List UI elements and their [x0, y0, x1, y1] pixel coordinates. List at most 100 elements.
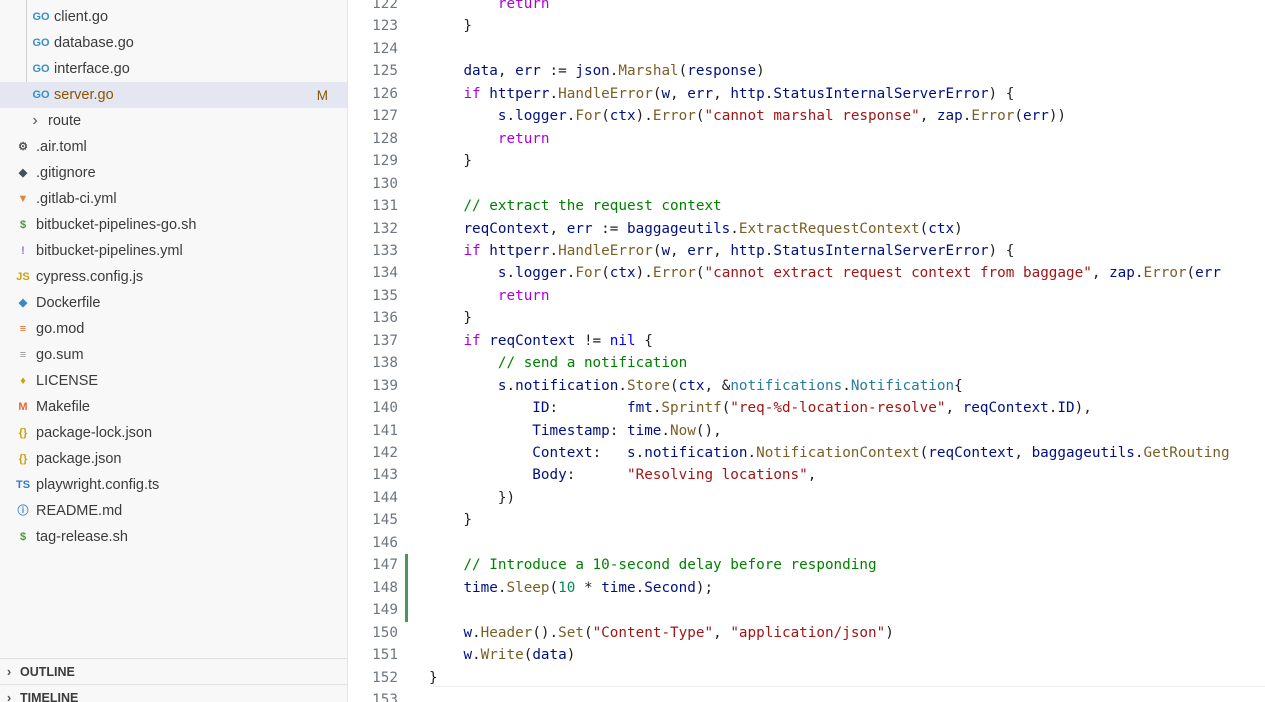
dollar-shell-icon: $	[19, 531, 27, 543]
code-line[interactable]: 153	[348, 689, 1265, 702]
code-line[interactable]: 144 })	[348, 487, 1265, 510]
code-line[interactable]: 129 }	[348, 150, 1265, 173]
line-number: 126	[372, 85, 398, 102]
timeline-section-header[interactable]: › TIMELINE	[0, 684, 347, 702]
file-item[interactable]: ♦ LICENSE	[0, 368, 347, 394]
code-line[interactable]: 141 Timestamp: time.Now(),	[348, 420, 1265, 443]
code-line[interactable]: 124	[348, 38, 1265, 61]
code-line[interactable]: 143 Body: "Resolving locations",	[348, 464, 1265, 487]
code-text: reqContext, err := baggageutils.ExtractR…	[463, 220, 963, 237]
file-name: interface.go	[54, 61, 130, 77]
line-number: 123	[372, 18, 398, 35]
file-item[interactable]: GO database.go	[0, 30, 347, 56]
code-line[interactable]: 147 // Introduce a 10-second delay befor…	[348, 554, 1265, 577]
code-line[interactable]: 151 w.Write(data)	[348, 644, 1265, 667]
code-text: if httperr.HandleError(w, err, http.Stat…	[463, 242, 1015, 259]
outline-section-header[interactable]: › OUTLINE	[0, 658, 347, 684]
file-item[interactable]: ◆ Dockerfile	[0, 290, 347, 316]
code-line[interactable]: 133 if httperr.HandleError(w, err, http.…	[348, 240, 1265, 263]
gear-icon: ⚙	[18, 141, 28, 153]
added-line-marker	[405, 599, 408, 622]
go-file-icon: GO	[32, 89, 50, 101]
code-text: // Introduce a 10-second delay before re…	[463, 557, 877, 574]
line-number: 124	[372, 40, 398, 57]
line-number: 151	[372, 647, 398, 664]
code-text: }	[429, 18, 473, 35]
code-line[interactable]: 127 s.logger.For(ctx).Error("cannot mars…	[348, 105, 1265, 128]
folder-chevron-right-icon: ›	[32, 112, 38, 129]
code-line[interactable]: 138 // send a notification	[348, 352, 1265, 375]
code-text: return	[497, 130, 550, 147]
code-line[interactable]: 122 return	[348, 0, 1265, 16]
code-line[interactable]: 134 s.logger.For(ctx).Error("cannot extr…	[348, 262, 1265, 285]
git-modified-badge: M	[316, 87, 328, 103]
file-item[interactable]: {} package-lock.json	[0, 420, 347, 446]
code-line[interactable]: 146	[348, 532, 1265, 555]
file-item[interactable]: ◆ .gitignore	[0, 160, 347, 186]
file-name: .gitlab-ci.yml	[36, 191, 117, 207]
ts-file-icon: TS	[15, 479, 31, 491]
gitlab-fox-icon: ▼	[17, 193, 29, 205]
code-text: w.Header().Set("Content-Type", "applicat…	[463, 624, 894, 641]
code-line[interactable]: 130	[348, 173, 1265, 196]
file-name: tag-release.sh	[36, 529, 128, 545]
file-name: README.md	[36, 503, 123, 519]
file-item[interactable]: ≡ go.mod	[0, 316, 347, 342]
code-text: Context: s.notification.NotificationCont…	[532, 445, 1230, 461]
line-number: 125	[372, 63, 398, 80]
go-file-icon: GO	[32, 37, 50, 49]
code-line[interactable]: 149	[348, 599, 1265, 622]
code-text: }	[429, 512, 473, 529]
line-number: 140	[372, 400, 398, 417]
file-item[interactable]: M Makefile	[0, 394, 347, 420]
code-editor[interactable]: 122 return 123 } 124 125 data, err := json.…	[348, 0, 1265, 702]
file-item[interactable]: GO client.go	[0, 4, 347, 30]
file-item[interactable]: GO server.go M	[0, 82, 347, 108]
file-name: .gitignore	[36, 165, 96, 181]
line-number: 139	[372, 377, 398, 394]
line-number: 146	[372, 534, 398, 551]
code-line[interactable]: 125 data, err := json.Marshal(response)	[348, 60, 1265, 83]
line-number: 122	[372, 0, 398, 12]
file-item[interactable]: ≡ go.sum	[0, 342, 347, 368]
code-line[interactable]: 150 w.Header().Set("Content-Type", "appl…	[348, 622, 1265, 645]
code-line[interactable]: 137 if reqContext != nil {	[348, 330, 1265, 353]
file-item[interactable]: JS cypress.config.js	[0, 264, 347, 290]
code-text: // extract the request context	[463, 198, 722, 215]
info-circle-icon: ⓘ	[17, 505, 29, 517]
code-line[interactable]: 126 if httperr.HandleError(w, err, http.…	[348, 83, 1265, 106]
file-item[interactable]: GO interface.go	[0, 56, 347, 82]
go-mod-icon: ≡	[19, 323, 27, 335]
code-line[interactable]: 128 return	[348, 128, 1265, 151]
file-item[interactable]: ⚙ .air.toml	[0, 134, 347, 160]
file-item[interactable]: ! bitbucket-pipelines.yml	[0, 238, 347, 264]
code-line[interactable]: 135 return	[348, 285, 1265, 308]
line-number: 149	[372, 602, 398, 619]
go-file-icon: GO	[32, 11, 50, 23]
file-name: Dockerfile	[36, 295, 101, 311]
file-item[interactable]: {} package.json	[0, 446, 347, 472]
code-line[interactable]: 136 }	[348, 307, 1265, 330]
code-line[interactable]: 142 Context: s.notification.Notification…	[348, 442, 1265, 465]
file-item[interactable]: TS playwright.config.ts	[0, 472, 347, 498]
file-item[interactable]: › route	[0, 108, 347, 134]
line-number: 127	[372, 108, 398, 125]
code-line[interactable]: 145 }	[348, 509, 1265, 532]
file-item[interactable]: $ bitbucket-pipelines-go.sh	[0, 212, 347, 238]
code-line[interactable]: 132 reqContext, err := baggageutils.Extr…	[348, 218, 1265, 241]
file-item[interactable]: ▼ .gitlab-ci.yml	[0, 186, 347, 212]
code-line[interactable]: 140 ID: fmt.Sprintf("req-%d-location-res…	[348, 397, 1265, 420]
file-item[interactable]: ⓘ README.md	[0, 498, 347, 524]
line-number: 144	[372, 489, 398, 506]
line-number: 152	[372, 669, 398, 686]
code-line[interactable]: 139 s.notification.Store(ctx, &notificat…	[348, 375, 1265, 398]
file-item[interactable]: $ tag-release.sh	[0, 524, 347, 550]
line-number: 138	[372, 355, 398, 372]
code-text: time.Sleep(10 * time.Second);	[463, 579, 714, 596]
line-number: 150	[372, 624, 398, 641]
file-name: package-lock.json	[36, 425, 153, 441]
code-line[interactable]: 123 }	[348, 15, 1265, 38]
code-line[interactable]: 148 time.Sleep(10 * time.Second);	[348, 576, 1265, 600]
file-name: database.go	[54, 35, 134, 51]
code-line[interactable]: 131 // extract the request context	[348, 195, 1265, 218]
